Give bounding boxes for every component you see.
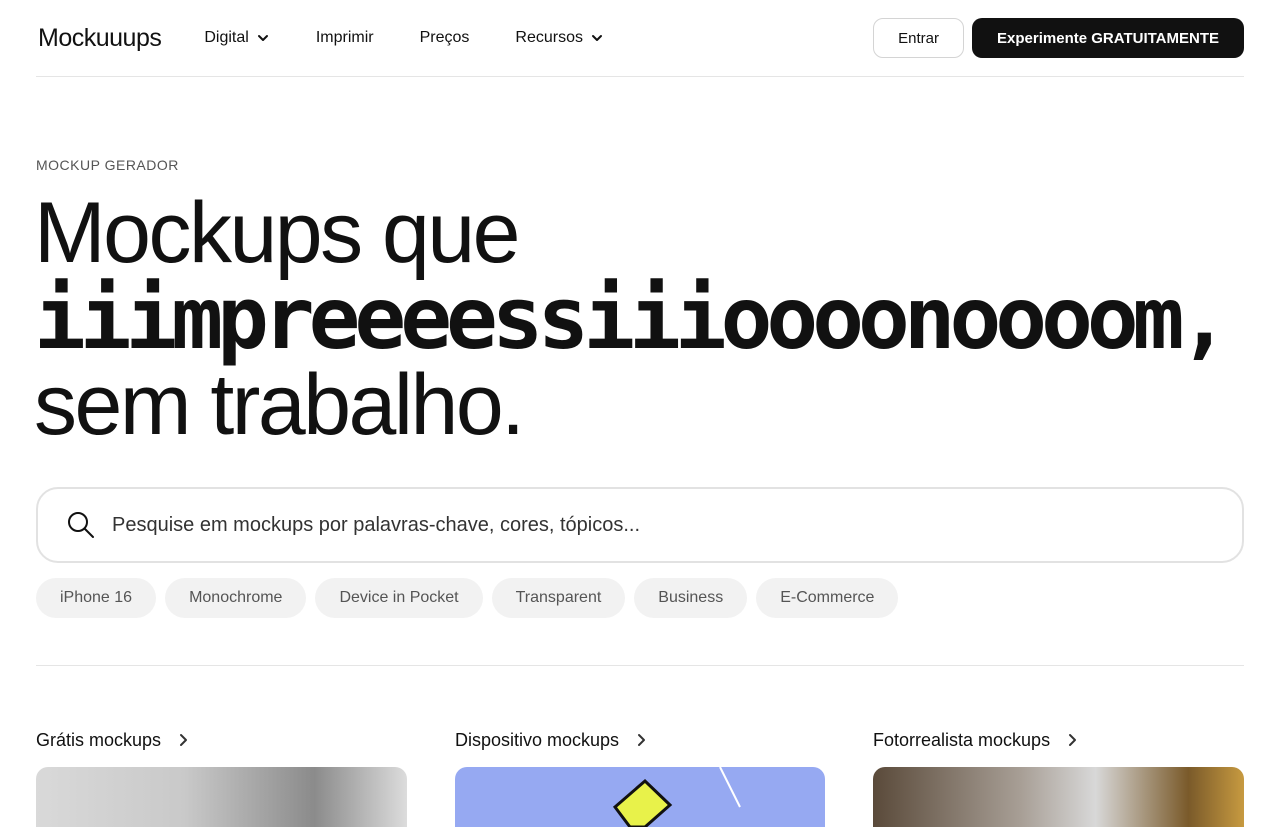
- category-title: Fotorrealista mockups: [873, 729, 1051, 750]
- logo[interactable]: Mockuuups: [38, 24, 162, 53]
- chip-monochrome[interactable]: Monochrome: [165, 578, 307, 618]
- category-thumbnail[interactable]: [455, 767, 825, 827]
- chevron-down-icon: [257, 35, 268, 41]
- nav-item-imprimir[interactable]: Imprimir: [316, 29, 374, 47]
- nav-label: Digital: [204, 29, 249, 46]
- hero-title-line: sem trabalho.: [34, 357, 525, 453]
- search-icon: [68, 512, 94, 538]
- chip-e-commerce[interactable]: E-Commerce: [756, 578, 899, 618]
- chip-device-in-pocket[interactable]: Device in Pocket: [315, 578, 483, 618]
- site-header: Mockuuups Digital Imprimir Preços Recurs…: [36, 0, 1244, 77]
- hero-title: Mockups que iiimpreeeessiiioooonoooom, s…: [34, 185, 1230, 453]
- category-title: Dispositivo mockups: [455, 729, 620, 750]
- hero-title-animated-line: iiimpreeeessiiioooonoooom,: [34, 269, 1230, 369]
- category-free-mockups[interactable]: Grátis mockups: [36, 726, 407, 827]
- chip-business[interactable]: Business: [634, 578, 748, 618]
- nav-item-recursos[interactable]: Recursos: [515, 29, 604, 47]
- suggestion-chips: iPhone 16 Monochrome Device in Pocket Tr…: [36, 578, 907, 618]
- chip-iphone-16[interactable]: iPhone 16: [36, 578, 157, 618]
- category-device-mockups[interactable]: Dispositivo mockups: [455, 726, 825, 827]
- nav-label: Preços: [419, 29, 470, 46]
- category-header[interactable]: Dispositivo mockups: [455, 726, 825, 754]
- nav-item-precos[interactable]: Preços: [420, 29, 470, 47]
- chevron-right-icon: [638, 734, 646, 746]
- section-divider: [36, 665, 1244, 666]
- hero-eyebrow: MOCKUP GERADOR: [36, 157, 179, 173]
- category-title: Grátis mockups: [36, 729, 162, 750]
- chevron-right-icon: [180, 734, 188, 746]
- chevron-down-icon: [591, 35, 602, 41]
- login-button[interactable]: Entrar: [873, 18, 965, 58]
- nav-item-digital[interactable]: Digital: [204, 29, 269, 47]
- try-free-button[interactable]: Experimente GRATUITAMENTE: [972, 18, 1244, 58]
- category-header[interactable]: Fotorrealista mockups: [873, 726, 1244, 754]
- device-thumbnail-art: [612, 767, 741, 827]
- nav-label: Imprimir: [315, 29, 374, 46]
- chevron-right-icon: [1069, 734, 1077, 746]
- main-nav: Digital Imprimir Preços Recursos: [204, 29, 650, 47]
- header-actions: Entrar Experimente GRATUITAMENTE: [873, 18, 1244, 58]
- chip-transparent[interactable]: Transparent: [491, 578, 626, 618]
- search-bar[interactable]: [36, 487, 1244, 563]
- category-header[interactable]: Grátis mockups: [36, 726, 407, 754]
- category-photorealistic-mockups[interactable]: Fotorrealista mockups: [873, 726, 1244, 827]
- category-thumbnail[interactable]: [36, 767, 407, 827]
- hero-title-line: Mockups que: [34, 185, 521, 281]
- search-input[interactable]: [112, 513, 1112, 537]
- nav-label: Recursos: [515, 29, 583, 46]
- category-thumbnail[interactable]: [873, 767, 1244, 827]
